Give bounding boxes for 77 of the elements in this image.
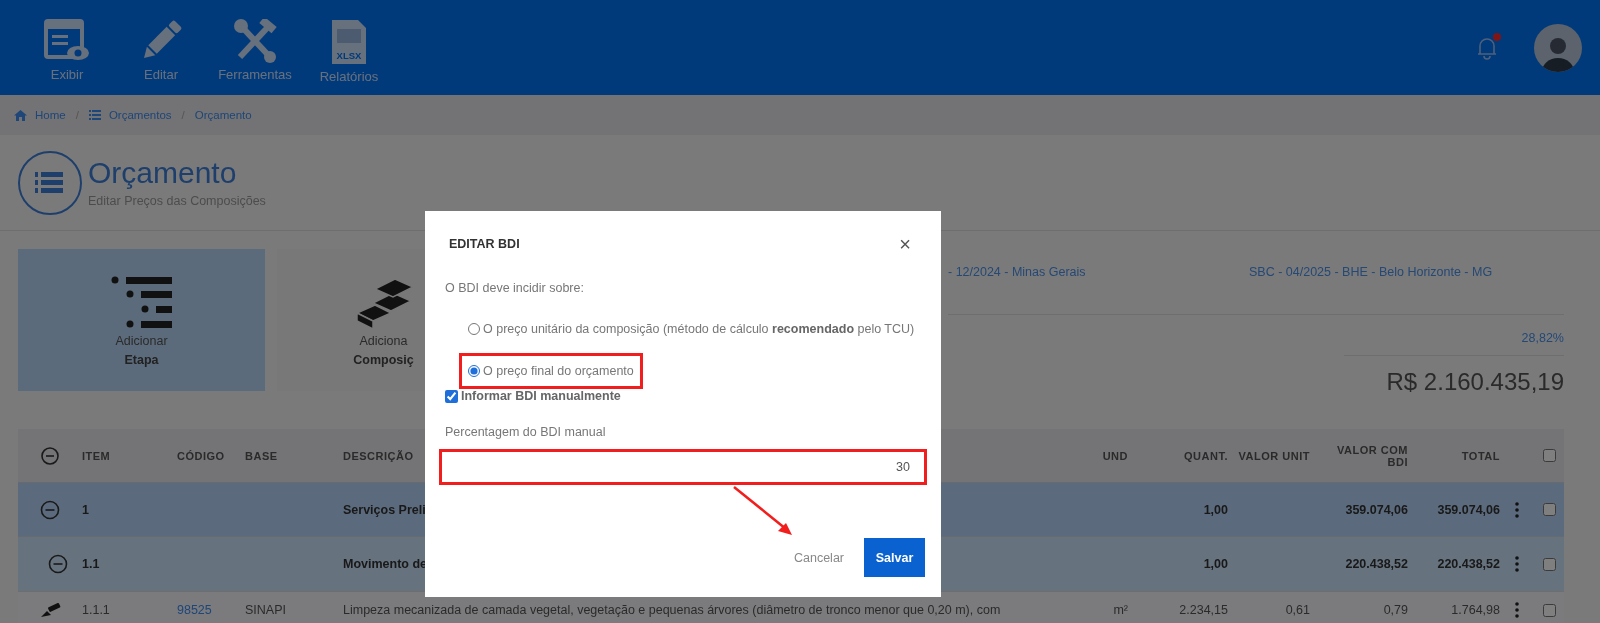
column-header: VALOR COM BDI [1336,443,1408,468]
list-eye-icon [44,19,90,63]
unit-value-cell: 0,61 [1285,603,1310,617]
card-label: Adicionar [115,334,168,348]
breadcrumb-separator: / [181,109,185,121]
nav-button[interactable]: Editar [114,11,208,84]
bdi-value: 28,82% [1521,331,1564,345]
nav-button[interactable]: Exibir [20,11,114,84]
collapse-all-icon[interactable] [41,446,59,465]
item-number: 1 [82,502,89,517]
avatar[interactable] [1534,23,1582,72]
add-card[interactable]: Adicionar Etapa [18,249,265,391]
page-title: Orçamento [88,157,238,188]
unit-cell: m² [1113,603,1128,617]
save-button[interactable]: Salvar [864,538,925,577]
manual-bdi-checkbox[interactable] [445,389,458,403]
column-header: ITEM [82,449,111,462]
value-with-bdi-cell: 220.438,52 [1345,557,1408,571]
price-reference: SBC - 04/2025 - BHE - Belo Horizonte - MG [1249,265,1493,281]
total-cell: 359.074,06 [1437,502,1500,517]
breadcrumb-link[interactable]: Orçamento [194,109,252,121]
row-checkbox[interactable] [1542,557,1556,571]
dialog-title: EDITAR BDI [449,237,520,251]
card-label: Adiciona [359,334,408,348]
row-checkbox[interactable] [1542,503,1556,516]
item-number: 1.1.1 [82,603,110,617]
collapse-icon[interactable] [40,499,60,520]
row-checkbox[interactable] [1542,603,1556,617]
collapse-icon[interactable] [48,554,68,574]
total-cell: 1.764,98 [1451,603,1500,617]
card-title: Composiç [353,353,414,367]
trowel-icon [39,602,61,618]
column-header: UND [1102,449,1128,462]
column-header: CÓDIGO [177,449,225,462]
breadcrumb-link[interactable]: Orçamentos [108,109,172,121]
home-icon [14,109,27,121]
more-options-icon[interactable] [1515,501,1519,518]
budget-total: R$ 2.160.435,19 [1386,367,1564,396]
breadcrumb-separator: / [75,109,79,121]
select-all-checkbox[interactable] [1542,449,1556,462]
column-header: TOTAL [1461,449,1500,462]
nav-button[interactable]: Ferramentas [208,11,302,84]
more-options-icon[interactable] [1515,556,1519,572]
column-header: QUANT. [1184,449,1228,462]
column-header: VALOR UNIT [1238,449,1310,462]
quantity-cell: 1,00 [1203,502,1228,517]
checkbox-label: Informar BDI manualmente [461,389,621,403]
quantity-cell: 1,00 [1203,557,1228,571]
breadcrumb-link[interactable]: Home [35,109,66,121]
description-cell: Limpeza mecanizada de camada vegetal, vegetação e pequenas árvores (diâmetro de tronco menor que 0,20 m), com [343,603,1001,617]
value-with-bdi-cell: 0,79 [1383,603,1408,617]
field-label: Percentagem do BDI manual [445,425,607,439]
price-reference: - 12/2024 - Minas Gerais [948,265,1087,281]
description-cell: Serviços Preli [343,502,426,517]
card-title: Etapa [124,353,159,367]
more-options-icon[interactable] [1515,602,1519,618]
annotation-arrow [731,485,794,537]
tools-icon [232,19,278,63]
column-header: BASE [245,449,278,462]
highlighted-option[interactable]: O preço final do orçamento [459,353,643,389]
list-icon [88,110,101,120]
base-cell: SINAPI [245,603,286,617]
bricks-icon [354,279,413,329]
nav-button[interactable]: XLSX Relatórios [302,11,396,84]
close-button[interactable]: × [895,234,915,254]
radio-button[interactable] [468,323,480,335]
item-number: 1.1 [82,557,100,571]
indented-list-icon [110,275,173,329]
cancel-button[interactable]: Cancelar [789,539,848,577]
quantity-cell: 2.234,15 [1179,603,1228,617]
bdi-percentage-field[interactable]: 30 [439,449,927,485]
value-with-bdi-cell: 359.074,06 [1345,502,1408,517]
code-link[interactable]: 98525 [177,603,212,617]
column-header: DESCRIÇÃO [343,449,414,462]
numbered-list-icon [18,150,82,215]
radio-button[interactable] [468,365,480,377]
total-cell: 220.438,52 [1437,557,1500,571]
